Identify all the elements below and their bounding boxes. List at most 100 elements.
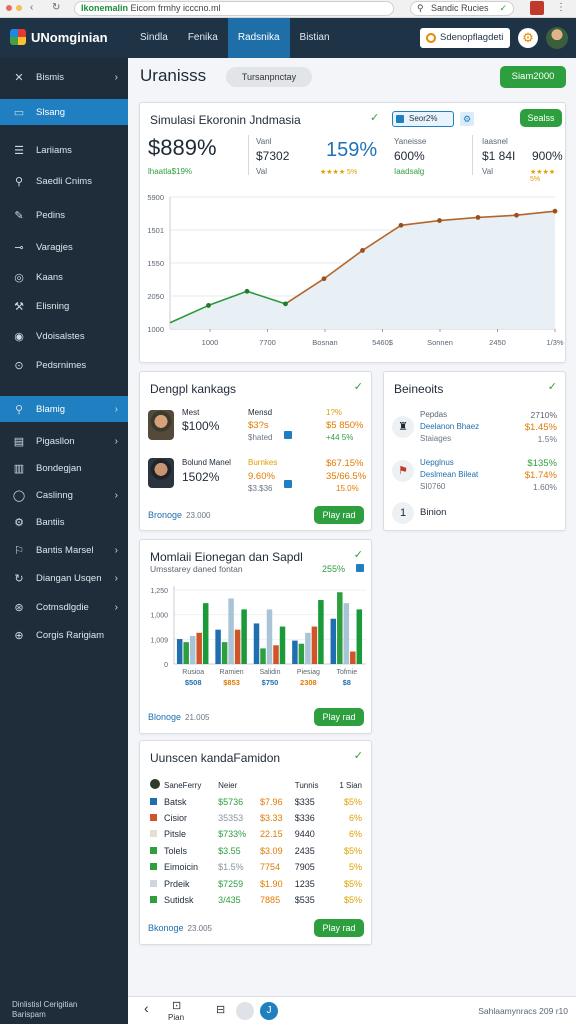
bar [228, 598, 234, 664]
category-value-label: 2308 [300, 678, 317, 687]
x-tick-label: Sonnen [427, 338, 453, 347]
sidebar-item[interactable]: ◯ Caslinng › [0, 482, 128, 508]
table-cell: 6% [348, 829, 362, 840]
bar [343, 603, 350, 664]
sidebar-item[interactable]: ⚙ Bantiis [0, 509, 128, 535]
minimize-window-icon[interactable] [16, 5, 22, 11]
sidebar-item[interactable]: ◉ Vdoisalstes [0, 323, 128, 349]
browser-search[interactable]: ⚲ Sandic Rucies ✓ [410, 1, 514, 16]
sidebar-item[interactable]: ☰ Lariiams [0, 137, 128, 163]
table-footer-sub: 23.005 [187, 924, 212, 933]
reload-icon[interactable]: ↻ [52, 2, 60, 13]
sidebar-item-label: Blamig [36, 403, 66, 415]
info-icon[interactable] [356, 564, 364, 572]
user-initial-icon[interactable]: J [260, 1002, 278, 1020]
close-window-icon[interactable] [6, 5, 12, 11]
tag-icon [396, 115, 404, 123]
loan-row-1-col3: Mensd [248, 408, 273, 417]
metric-4-sub: Iaadsalg [394, 167, 425, 176]
bank-icon: ♜ [392, 416, 414, 438]
sidebar-item[interactable]: ⊛ Cotmsdlgdie › [0, 594, 128, 620]
table-cell: 1235 [294, 878, 315, 889]
x-tick-label: 5460$ [372, 338, 394, 347]
loans-footer-link[interactable]: Bronoge 23.000 [148, 510, 211, 520]
table-row[interactable]: Tolels $3.55 $3.09 2435 $5% [148, 843, 364, 859]
url-bar[interactable]: Ikonemalin Eicom frmhy icccno.ml [74, 1, 394, 16]
gear-icon[interactable]: ⚙ [518, 28, 538, 48]
top-nav-item[interactable]: Bistian [290, 18, 340, 58]
sidebar-item-label: Kaans [36, 271, 63, 283]
header-action-button[interactable]: Sdenopflagdeti [420, 28, 510, 48]
back-icon[interactable]: ‹ [144, 1000, 149, 1016]
sidebar-item-icon: ◎ [14, 271, 24, 284]
info-icon[interactable] [284, 431, 292, 439]
sidebar-item[interactable]: ✕ Bismis › [0, 64, 128, 90]
sidebar-item[interactable]: ◎ Kaans [0, 264, 128, 290]
economy-card-title: Simulasi Ekoronin Jndmasia [150, 113, 301, 127]
economy-card: Simulasi Ekoronin Jndmasia ✓ $889% lhaat… [139, 102, 566, 363]
settings-icon[interactable]: ⚙ [460, 112, 474, 126]
data-point [360, 248, 365, 253]
sidebar-item-label: Vdoisalstes [36, 330, 85, 342]
document-icon[interactable]: ⊟ [216, 1003, 225, 1016]
bar [350, 651, 356, 664]
data-point [283, 301, 288, 307]
bar-play-button[interactable]: Play rad [314, 708, 364, 726]
data-point [475, 215, 481, 220]
loans-play-button[interactable]: Play rad [314, 506, 364, 524]
table-row[interactable]: Eimoicin $1.5% 7754 7905 5% [148, 859, 364, 875]
table-cell [148, 892, 162, 908]
sidebar-item-icon: ⚙ [14, 516, 24, 529]
sidebar-item[interactable]: ⊕ Corgis Rarigiam [0, 622, 128, 648]
table-cell: $7259 [218, 878, 244, 889]
benefit-2-v1: $135% [527, 458, 557, 469]
info-icon[interactable] [284, 480, 292, 488]
table-row[interactable]: Prdeik $7259 $1.90 1235 $5% [148, 875, 364, 891]
bar-footer-link[interactable]: Blonoge 21.005 [148, 712, 210, 722]
logo-icon [10, 29, 26, 45]
profile-icon[interactable] [530, 1, 544, 15]
sidebar-item[interactable]: ⚲ Saedli Cnims [0, 168, 128, 194]
user-avatar[interactable] [546, 27, 568, 49]
menu-icon[interactable]: ⋮ [556, 2, 566, 13]
check-icon: ✓ [353, 549, 363, 561]
sidebar-footer-line1: Dinlistisl Cerigitian [12, 1000, 78, 1009]
top-nav-item[interactable]: Sindla [130, 18, 178, 58]
app-logo[interactable]: UNomginian [10, 29, 108, 45]
chat-icon[interactable]: ⊡ [172, 999, 181, 1012]
table-row[interactable]: Batsk $5736 $7.96 $335 $5% [148, 793, 364, 809]
back-icon[interactable]: ‹ [30, 2, 33, 13]
sidebar-item[interactable]: ▭ Slsang [0, 99, 128, 125]
table-row[interactable]: Sutidsk 3/435 7885 $535 $5% [148, 892, 364, 908]
sidebar-item[interactable]: ⚐ Bantis Marsel › [0, 537, 128, 563]
sidebar-item[interactable]: ▥ Bondegjan [0, 455, 128, 481]
table-cell: Prdeik [164, 878, 190, 889]
table-row[interactable]: Cisior 35353 $3.33 $336 6% [148, 810, 364, 826]
sidebar-item[interactable]: ✎ Pedins [0, 202, 128, 228]
table-row[interactable]: Pitsle $733% 22.15 9440 6% [148, 826, 364, 842]
top-nav-item[interactable]: Radsnika [227, 18, 290, 58]
sidebar-item[interactable]: ⊸ Varagjes [0, 234, 128, 260]
series-tag[interactable]: Seor2% [392, 111, 454, 127]
sidebar-item[interactable]: ▤ Pigasllon › [0, 428, 128, 454]
sidebar-item-icon: ⚲ [14, 403, 24, 416]
loans-footer-sub: 23.000 [186, 511, 211, 520]
category-value-label: $750 [262, 678, 279, 687]
primary-button[interactable]: Siam2000 [500, 66, 566, 88]
sidebar-item[interactable]: ⚲ Blamig › [0, 396, 128, 422]
title-pill[interactable]: Tursanpnctay [226, 67, 312, 87]
sidebar-item[interactable]: ↻ Diangan Usqen › [0, 565, 128, 591]
top-nav-item[interactable]: Fenika [178, 18, 228, 58]
app-header: UNomginian Sindla Fenika Radsnika Bistian S… [0, 18, 576, 58]
header-action-label: Sdenopflagdeti [440, 32, 504, 43]
table-cell: Batsk [164, 796, 187, 807]
table-cell: Cisior [164, 812, 188, 823]
sidebar-item[interactable]: ⊙ Pedsrnimes [0, 352, 128, 378]
table-play-button[interactable]: Play rad [314, 919, 364, 937]
series-button[interactable]: Sealss [520, 109, 562, 127]
table-footer-link[interactable]: Bkonoge 23.005 [148, 923, 212, 933]
circle-icon[interactable] [236, 1002, 254, 1020]
loans-footer-label: Bronoge [148, 510, 183, 520]
sidebar-item-icon: ⚐ [14, 544, 24, 557]
sidebar-item[interactable]: ⚒ Elisning [0, 293, 128, 319]
